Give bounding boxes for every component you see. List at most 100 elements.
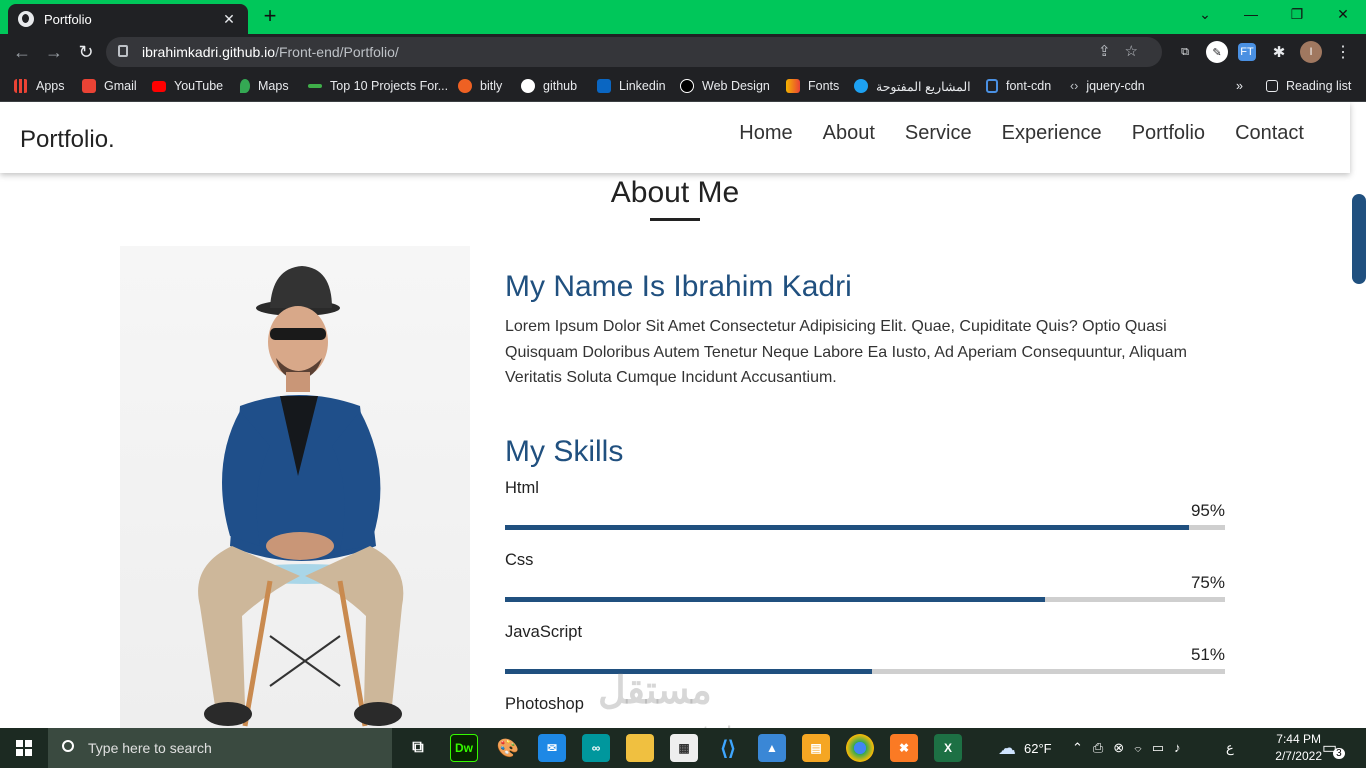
bookmark-label: Fonts: [808, 79, 840, 93]
mail-icon[interactable]: ✉: [538, 734, 566, 762]
bio-text: Lorem Ipsum Dolor Sit Amet Consectetur A…: [505, 318, 1187, 386]
bookmark-jquery-cdn[interactable]: ‹› jquery-cdn: [1070, 76, 1145, 96]
new-tab-button[interactable]: +: [258, 4, 282, 28]
skill-progress-fill: [505, 596, 1045, 602]
skill-percent: 51%: [1190, 644, 1225, 664]
paint-icon[interactable]: 🎨: [494, 734, 522, 762]
skill-percent: 95%: [1190, 500, 1225, 520]
site-logo[interactable]: Portfolio.: [20, 126, 115, 154]
minimize-button[interactable]: —: [1228, 0, 1274, 28]
site-icon: [308, 84, 322, 88]
bookmark-web-design[interactable]: Web Design: [680, 76, 770, 96]
weather-widget[interactable]: ☁ 62°F: [998, 728, 1052, 768]
notification-count: 3: [1333, 747, 1345, 759]
apps-grid-icon: [14, 79, 28, 93]
bookmark-label: Linkedin: [619, 79, 666, 93]
store-icon[interactable]: ▦: [670, 734, 698, 762]
close-window-button[interactable]: ✕: [1320, 0, 1366, 28]
skill-name: Css: [505, 550, 534, 569]
bookmark-github[interactable]: github: [521, 76, 577, 96]
page-scrollbar[interactable]: [1350, 102, 1366, 728]
taskbar-search[interactable]: Type here to search: [48, 728, 392, 768]
bookmark-bitly[interactable]: bitly: [458, 76, 502, 96]
file-explorer-icon[interactable]: [626, 734, 654, 762]
profile-sync-icon[interactable]: ✎: [1206, 41, 1228, 63]
bookmark-label: bitly: [480, 79, 503, 93]
dreamweaver-icon[interactable]: Dw: [450, 734, 478, 762]
restore-button[interactable]: ❐: [1274, 0, 1320, 28]
ft-extension-icon[interactable]: FT: [1238, 43, 1256, 61]
code-icon: ‹›: [1070, 79, 1079, 93]
arduino-icon[interactable]: ∞: [582, 734, 610, 762]
share-and-star-icons[interactable]: ⇪☆: [1098, 42, 1152, 60]
bookmark-fonts[interactable]: Fonts: [786, 76, 839, 96]
tab-strip: Portfolio ✕ + ⌄ — ❐ ✕: [0, 0, 1366, 34]
about-content: My Name Is Ibrahim Kadri Lorem Ipsum Dol…: [505, 270, 1225, 728]
bookmark-top10[interactable]: Top 10 Projects For...: [308, 76, 448, 96]
bookmarks-overflow-button[interactable]: »: [1236, 76, 1243, 96]
nav-link-service[interactable]: Service: [905, 122, 972, 145]
name-heading: My Name Is Ibrahim Kadri: [505, 270, 852, 303]
xampp-icon[interactable]: ✖: [890, 734, 918, 762]
person-illustration: [198, 266, 404, 727]
notes-icon[interactable]: ▤: [802, 734, 830, 762]
fonts-icon: [786, 79, 800, 93]
scrollbar-thumb[interactable]: [1352, 194, 1366, 284]
tab-search-icon[interactable]: ⌄: [1182, 0, 1228, 28]
address-bar[interactable]: ibrahimkadri.github.io /Front-end/Portfo…: [106, 37, 1162, 67]
tab-title: Portfolio: [44, 11, 92, 27]
nav-link-contact[interactable]: Contact: [1235, 122, 1304, 145]
extension-icon[interactable]: ⧉: [1174, 41, 1196, 63]
bookmark-youtube[interactable]: YouTube: [152, 76, 223, 96]
back-icon[interactable]: ←: [10, 40, 34, 64]
bookmark-gmail[interactable]: Gmail: [82, 76, 137, 96]
avatar[interactable]: I: [1300, 41, 1322, 63]
search-icon: [62, 740, 74, 752]
forward-icon[interactable]: →: [42, 40, 66, 64]
bookmark-label: jquery-cdn: [1086, 79, 1145, 93]
skill-name: Photoshop: [505, 694, 584, 713]
photos-icon[interactable]: ▲: [758, 734, 786, 762]
skill-html: Html 95%: [505, 469, 1225, 541]
nav-link-home[interactable]: Home: [739, 122, 792, 145]
bookmark-label: Web Design: [702, 79, 770, 93]
reading-list-button[interactable]: Reading list: [1266, 76, 1351, 96]
bookmark-apps[interactable]: Apps: [14, 76, 65, 96]
bookmark-arabic-projects[interactable]: المشاريع المفتوحة: [854, 76, 971, 96]
linkedin-icon: [597, 79, 611, 93]
bookmark-linkedin[interactable]: Linkedin: [597, 76, 666, 96]
browser-tab[interactable]: Portfolio ✕: [8, 4, 248, 34]
url-path: /Front-end/Portfolio/: [275, 44, 399, 60]
notification-center[interactable]: ▭ 3: [1322, 728, 1345, 768]
skill-percent: 75%: [1190, 572, 1225, 592]
nav-link-portfolio[interactable]: Portfolio: [1132, 122, 1205, 145]
system-tray-icons[interactable]: ⌃⎙⊗⌔▭♪: [1072, 728, 1191, 768]
reading-list-icon: [1266, 80, 1278, 92]
bookmark-label: Maps: [258, 79, 289, 93]
nav-link-about[interactable]: About: [823, 122, 875, 145]
bookmark-font-cdn[interactable]: font-cdn: [986, 76, 1051, 96]
bookmark-label: font-cdn: [1006, 79, 1052, 93]
skill-progress-track: [505, 596, 1225, 602]
web-page: Portfolio. Home About Service Experience…: [0, 102, 1366, 728]
skill-name: JavaScript: [505, 622, 583, 641]
menu-kebab-icon[interactable]: ⋮: [1332, 41, 1354, 63]
language-indicator[interactable]: ع: [1226, 728, 1234, 768]
close-tab-icon[interactable]: ✕: [220, 11, 238, 28]
chrome-icon[interactable]: [846, 734, 874, 762]
vscode-icon[interactable]: ⟨⟩: [714, 734, 742, 762]
clock-time: 7:44 PM: [1276, 732, 1321, 746]
youtube-icon: [152, 80, 166, 92]
bookmark-maps[interactable]: Maps: [240, 76, 289, 96]
taskbar-clock[interactable]: 7:44 PM 2/7/2022: [1275, 731, 1322, 765]
reading-list-label: Reading list: [1286, 79, 1352, 93]
start-button[interactable]: [0, 728, 48, 768]
nav-link-experience[interactable]: Experience: [1002, 122, 1102, 145]
skill-css: Css 75%: [505, 541, 1225, 613]
extensions-puzzle-icon[interactable]: ✱: [1268, 41, 1290, 63]
task-view-icon[interactable]: ⧉: [404, 734, 432, 762]
excel-icon[interactable]: X: [934, 734, 962, 762]
reload-icon[interactable]: ↻: [74, 40, 98, 64]
maps-pin-icon: [240, 79, 250, 93]
profile-photo: [120, 246, 470, 728]
